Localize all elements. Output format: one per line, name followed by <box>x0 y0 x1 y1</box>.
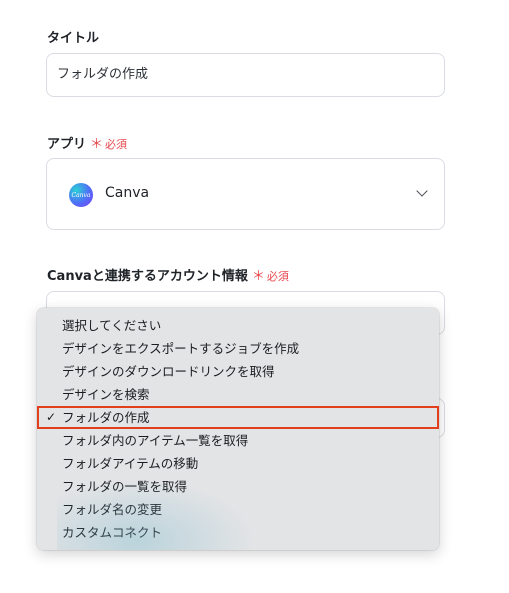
account-label: Canvaと連携するアカウント情報＊必須 <box>47 265 289 284</box>
required-badge: ＊必須 <box>90 137 128 152</box>
app-name: Canva <box>105 185 150 201</box>
required-badge: ＊必須 <box>251 269 289 284</box>
title-input[interactable]: フォルダの作成 <box>46 53 445 97</box>
checkmark-icon: ✓ <box>46 410 57 424</box>
dropdown-option[interactable]: デザインをエクスポートするジョブを作成 <box>37 337 439 360</box>
account-label-text: Canvaと連携するアカウント情報 <box>47 269 248 284</box>
dropdown-option[interactable]: フォルダ内のアイテム一覧を取得 <box>37 429 439 452</box>
dropdown-option[interactable]: フォルダアイテムの移動 <box>37 452 439 475</box>
dropdown-option[interactable]: フォルダ名の変更 <box>37 498 439 521</box>
canva-logo-icon: Canva <box>69 183 93 207</box>
required-text: 必須 <box>266 270 289 283</box>
required-star: ＊ <box>90 137 104 152</box>
dropdown-option[interactable]: フォルダの一覧を取得 <box>37 475 439 498</box>
dropdown-option[interactable]: カスタムコネクト <box>37 521 439 544</box>
dropdown-option[interactable]: デザインのダウンロードリンクを取得 <box>37 360 439 383</box>
title-label: タイトル <box>47 31 100 46</box>
app-select[interactable]: Canva Canva <box>46 158 445 230</box>
app-label: アプリ＊必須 <box>47 133 127 152</box>
required-text: 必須 <box>105 138 128 151</box>
dropdown-option[interactable]: デザインを検索 <box>37 383 439 406</box>
required-star: ＊ <box>251 269 265 284</box>
chevron-down-icon <box>416 185 428 197</box>
app-label-text: アプリ <box>47 137 87 152</box>
dropdown-option-selected[interactable]: ✓ フォルダの作成 <box>37 406 439 429</box>
action-dropdown-menu: 選択してください デザインをエクスポートするジョブを作成 デザインのダウンロード… <box>37 308 439 550</box>
dropdown-option[interactable]: 選択してください <box>37 314 439 337</box>
